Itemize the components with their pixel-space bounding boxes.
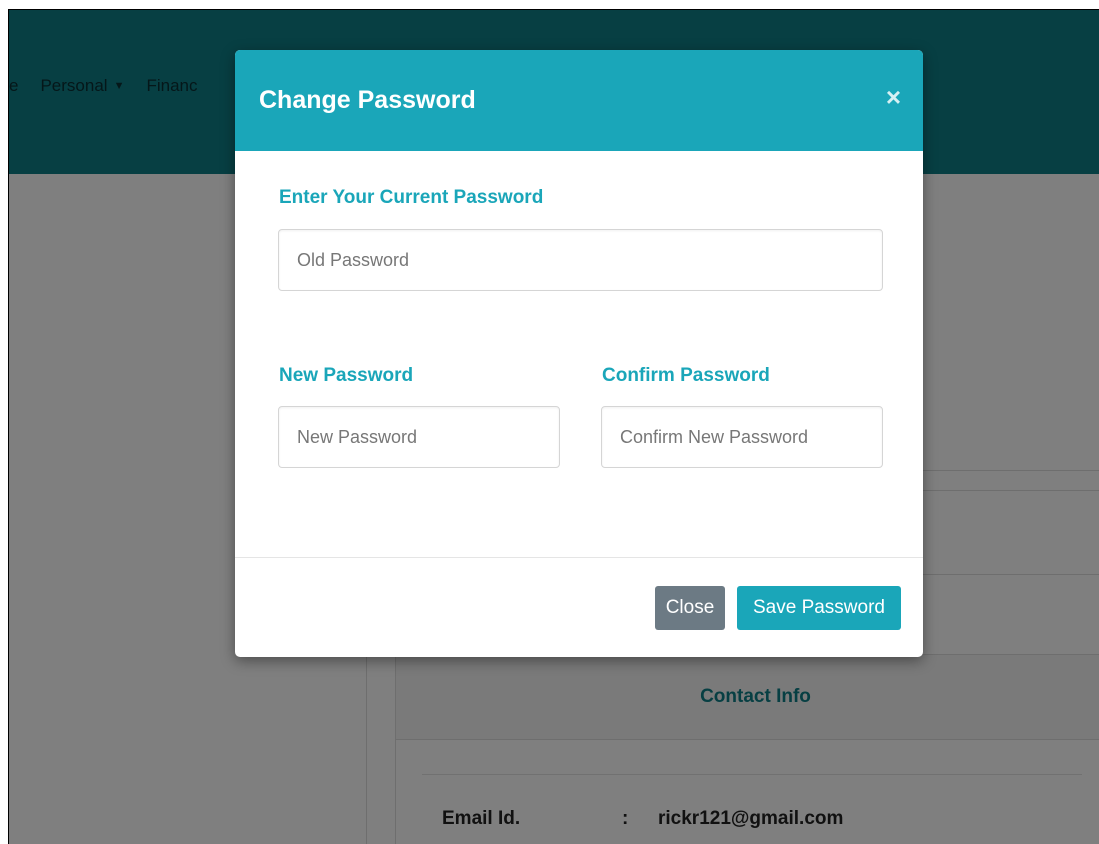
change-password-modal: Change Password × Enter Your Current Pas… [235,50,923,657]
new-password-input[interactable] [278,406,560,468]
modal-footer: Close Save Password [235,557,923,657]
old-password-input[interactable] [278,229,883,291]
modal-body: Enter Your Current Password New Password… [235,151,923,557]
confirm-password-label: Confirm Password [602,365,770,386]
confirm-password-input[interactable] [601,406,883,468]
modal-header: Change Password × [235,50,923,151]
app-frame: e Personal ▼ Financ Contact Info Email I… [8,9,1099,844]
close-icon[interactable]: × [886,84,901,110]
current-password-label: Enter Your Current Password [279,187,544,208]
close-button[interactable]: Close [655,586,725,630]
new-password-label: New Password [279,365,414,386]
modal-title: Change Password [259,86,476,114]
save-password-button[interactable]: Save Password [737,586,901,630]
